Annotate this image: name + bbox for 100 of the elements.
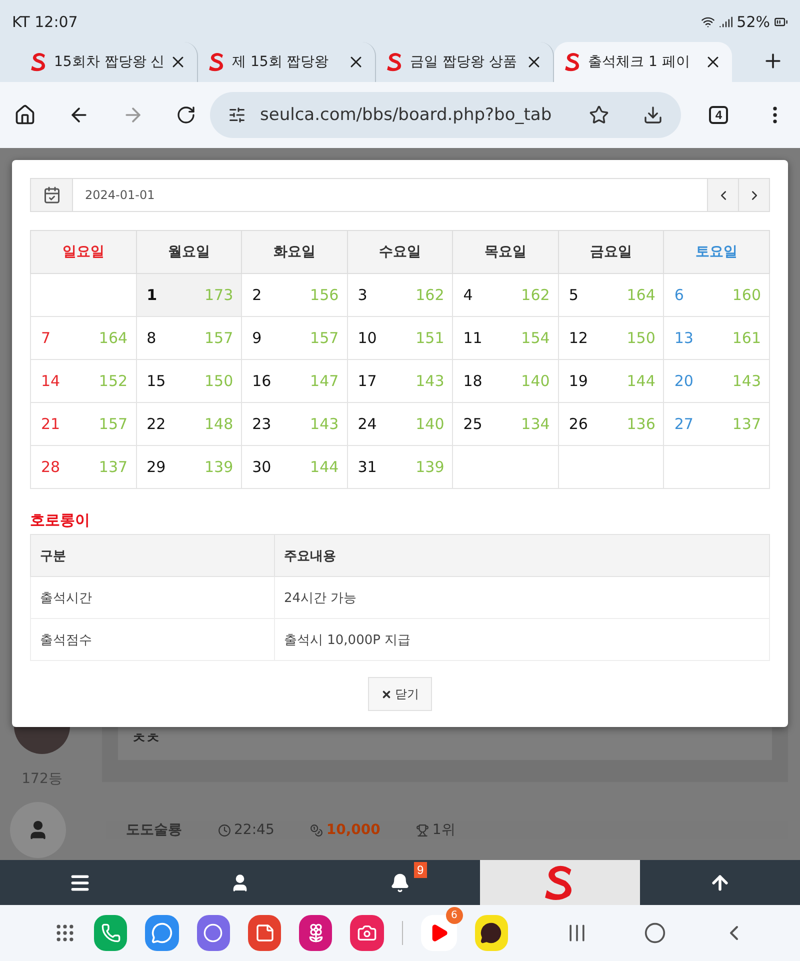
calendar-day[interactable]: 23 143 [242, 402, 348, 446]
calendar-day[interactable]: 17 143 [347, 360, 453, 402]
calendar-day[interactable]: 9 157 [242, 316, 348, 360]
site-settings-icon[interactable] [228, 106, 246, 124]
weekday-header: 금요일 [558, 230, 664, 274]
calendar-icon[interactable] [31, 179, 73, 211]
table-cell: 24시간 가능 [274, 576, 770, 618]
calendar-day[interactable]: 24 140 [347, 402, 453, 446]
browser-tab[interactable]: 출석체크 1 페이 [554, 42, 732, 82]
weekday-header: 목요일 [452, 230, 558, 274]
calendar-day[interactable]: 26 136 [558, 402, 664, 446]
camera-app-icon[interactable] [350, 915, 384, 951]
calendar-day[interactable]: 25 134 [452, 402, 558, 446]
attendance-count: 161 [732, 329, 761, 347]
attendance-count: 162 [521, 286, 550, 304]
day-number: 4 [463, 286, 473, 304]
attendance-count: 152 [98, 372, 128, 390]
attendance-count: 143 [310, 415, 339, 433]
phone-app-icon[interactable] [94, 915, 128, 951]
calendar-day[interactable]: 31 139 [347, 446, 453, 488]
tab-title: 15회차 짭당왕 신 [54, 53, 163, 71]
calendar-day[interactable]: 2 156 [242, 274, 348, 316]
calendar-day[interactable]: 11 154 [452, 316, 558, 360]
chat-app-icon[interactable] [474, 915, 508, 951]
address-field[interactable]: seulca.com/bbs/board.php?bo_tab [210, 92, 682, 138]
gallery-app-icon[interactable] [299, 915, 332, 951]
day-number: 21 [41, 415, 60, 433]
calendar-day[interactable]: 4 162 [452, 274, 558, 316]
attendance-count: 134 [521, 415, 550, 433]
calendar-day[interactable]: 29 139 [136, 446, 242, 488]
day-number: 25 [463, 415, 482, 433]
table-cell: 출석시 10,000P 지급 [274, 618, 770, 660]
attendance-count: 157 [204, 329, 234, 347]
reload-icon[interactable] [176, 105, 196, 125]
signal-icon [718, 15, 733, 29]
day-number: 22 [146, 415, 166, 433]
home-logo-button[interactable] [480, 860, 640, 905]
attendance-count: 156 [310, 286, 339, 304]
day-number: 7 [41, 329, 51, 347]
calendar-day[interactable]: 28 137 [30, 446, 136, 488]
attendance-count: 137 [98, 458, 128, 476]
author-name: 도도술룡 [126, 821, 182, 839]
calendar-day[interactable]: 16 147 [242, 360, 348, 402]
calendar-day[interactable]: 15 150 [136, 360, 242, 402]
calendar-day[interactable]: 19 144 [558, 360, 664, 402]
day-number: 28 [41, 458, 60, 476]
day-number: 24 [358, 415, 377, 433]
notes-app-icon[interactable] [248, 915, 282, 951]
attendance-count: 173 [204, 286, 234, 304]
weekday-header: 토요일 [664, 230, 770, 274]
day-number: 19 [568, 372, 588, 390]
attendance-count: 139 [416, 458, 444, 476]
tab-count-button[interactable]: 4 [709, 106, 728, 124]
weekday-header: 월요일 [136, 230, 242, 274]
attendance-count: 150 [626, 329, 656, 347]
calendar-day[interactable]: 22 148 [136, 402, 242, 446]
day-number: 12 [568, 329, 588, 347]
site-logo-icon [386, 52, 404, 72]
attendance-count: 139 [204, 458, 234, 476]
browser-app-icon[interactable] [196, 915, 230, 951]
tab-title: 출석체크 1 페이 [588, 53, 691, 71]
calendar-day[interactable]: 12 150 [558, 316, 664, 360]
apps-grid-icon[interactable] [54, 922, 76, 944]
attendance-count: 136 [626, 415, 656, 433]
column-header: 구분 [30, 534, 274, 576]
day-number: 10 [358, 329, 377, 347]
points-text: 10,000 [326, 822, 380, 838]
date-picker[interactable]: 2024-01-01 [30, 178, 770, 212]
download-icon[interactable] [643, 105, 664, 125]
carrier-time: KT 12:07 [12, 13, 78, 31]
calendar-day[interactable]: 18 140 [452, 360, 558, 402]
day-number: 14 [41, 372, 60, 390]
calendar-day[interactable]: 3 162 [347, 274, 453, 316]
calendar-day[interactable]: 8 157 [136, 316, 242, 360]
calendar-day[interactable]: 1 173 [136, 274, 242, 316]
attendance-count: 150 [204, 372, 234, 390]
calendar-day[interactable]: 10 151 [347, 316, 453, 360]
tab-title: 제 15회 짭당왕 [232, 53, 330, 71]
calendar-day[interactable]: 21 157 [30, 402, 136, 446]
bookmark-icon[interactable] [589, 105, 610, 125]
calendar-day[interactable]: 30 144 [242, 446, 348, 488]
day-number: 5 [568, 286, 578, 304]
attendance-count: 144 [310, 458, 339, 476]
attendance-count: 147 [310, 372, 339, 390]
notification-badge: 9 [414, 862, 427, 878]
calendar-day[interactable]: 14 152 [30, 360, 136, 402]
day-number: 13 [674, 329, 694, 347]
column-header: 주요내용 [274, 534, 770, 576]
attendance-count: 148 [204, 415, 234, 433]
home-nav-button[interactable] [644, 922, 666, 944]
home-icon[interactable] [14, 104, 36, 126]
weekday-header: 일요일 [30, 230, 136, 274]
day-number: 9 [252, 329, 262, 347]
attendance-count: 164 [98, 329, 128, 347]
attendance-count: 154 [521, 329, 550, 347]
calendar-day[interactable]: 5 164 [558, 274, 664, 316]
calendar-day[interactable]: 7 164 [30, 316, 136, 360]
close-button[interactable]: 닫기 [368, 677, 432, 711]
messages-app-icon[interactable] [145, 915, 179, 951]
day-number: 31 [358, 458, 377, 476]
